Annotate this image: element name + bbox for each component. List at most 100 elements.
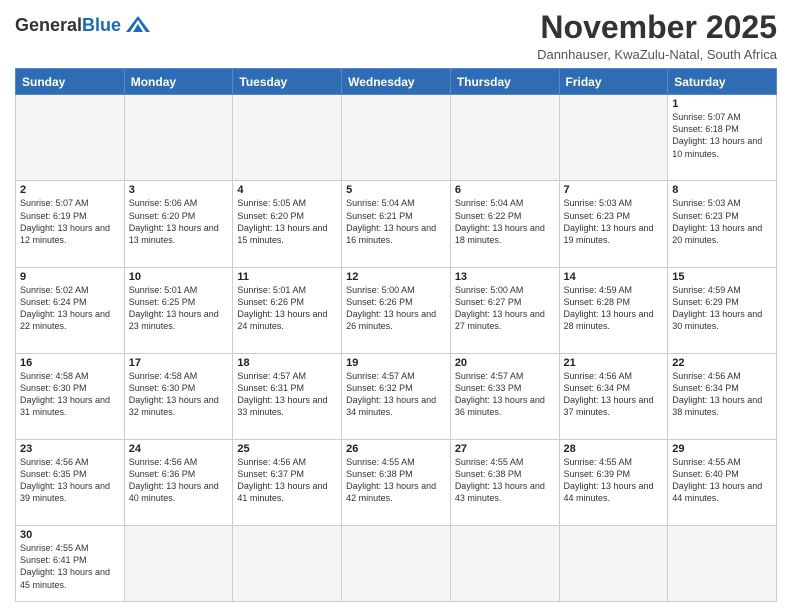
day-number: 2	[20, 184, 120, 196]
calendar-week-row: 2Sunrise: 5:07 AM Sunset: 6:19 PM Daylig…	[16, 181, 777, 267]
day-info: Sunrise: 4:57 AM Sunset: 6:33 PM Dayligh…	[455, 370, 555, 419]
day-info: Sunrise: 4:56 AM Sunset: 6:35 PM Dayligh…	[20, 456, 120, 505]
day-info: Sunrise: 5:04 AM Sunset: 6:22 PM Dayligh…	[455, 197, 555, 246]
table-row	[668, 526, 777, 602]
logo: General Blue	[15, 10, 152, 36]
table-row	[233, 526, 342, 602]
day-info: Sunrise: 5:03 AM Sunset: 6:23 PM Dayligh…	[672, 197, 772, 246]
table-row	[124, 526, 233, 602]
subtitle: Dannhauser, KwaZulu-Natal, South Africa	[537, 47, 777, 62]
day-number: 12	[346, 271, 446, 283]
page: General Blue November 2025 Dannhauser, K…	[0, 0, 792, 612]
day-number: 18	[237, 357, 337, 369]
day-number: 4	[237, 184, 337, 196]
logo-icon	[124, 14, 152, 36]
table-row	[233, 95, 342, 181]
table-row: 15Sunrise: 4:59 AM Sunset: 6:29 PM Dayli…	[668, 267, 777, 353]
calendar-week-row: 16Sunrise: 4:58 AM Sunset: 6:30 PM Dayli…	[16, 353, 777, 439]
table-row: 26Sunrise: 4:55 AM Sunset: 6:38 PM Dayli…	[342, 440, 451, 526]
table-row: 22Sunrise: 4:56 AM Sunset: 6:34 PM Dayli…	[668, 353, 777, 439]
table-row: 14Sunrise: 4:59 AM Sunset: 6:28 PM Dayli…	[559, 267, 668, 353]
day-info: Sunrise: 4:59 AM Sunset: 6:29 PM Dayligh…	[672, 284, 772, 333]
col-sunday: Sunday	[16, 69, 125, 95]
day-number: 8	[672, 184, 772, 196]
table-row: 7Sunrise: 5:03 AM Sunset: 6:23 PM Daylig…	[559, 181, 668, 267]
table-row	[124, 95, 233, 181]
table-row: 19Sunrise: 4:57 AM Sunset: 6:32 PM Dayli…	[342, 353, 451, 439]
day-number: 30	[20, 529, 120, 541]
day-info: Sunrise: 4:57 AM Sunset: 6:32 PM Dayligh…	[346, 370, 446, 419]
table-row: 5Sunrise: 5:04 AM Sunset: 6:21 PM Daylig…	[342, 181, 451, 267]
table-row: 21Sunrise: 4:56 AM Sunset: 6:34 PM Dayli…	[559, 353, 668, 439]
day-info: Sunrise: 4:55 AM Sunset: 6:38 PM Dayligh…	[346, 456, 446, 505]
day-number: 17	[129, 357, 229, 369]
day-number: 1	[672, 98, 772, 110]
table-row: 27Sunrise: 4:55 AM Sunset: 6:38 PM Dayli…	[450, 440, 559, 526]
day-number: 5	[346, 184, 446, 196]
day-info: Sunrise: 5:07 AM Sunset: 6:18 PM Dayligh…	[672, 111, 772, 160]
day-number: 29	[672, 443, 772, 455]
day-info: Sunrise: 5:07 AM Sunset: 6:19 PM Dayligh…	[20, 197, 120, 246]
col-monday: Monday	[124, 69, 233, 95]
day-number: 21	[564, 357, 664, 369]
header: General Blue November 2025 Dannhauser, K…	[15, 10, 777, 62]
day-info: Sunrise: 4:55 AM Sunset: 6:40 PM Dayligh…	[672, 456, 772, 505]
table-row: 6Sunrise: 5:04 AM Sunset: 6:22 PM Daylig…	[450, 181, 559, 267]
logo-blue-text: Blue	[82, 15, 121, 36]
table-row: 9Sunrise: 5:02 AM Sunset: 6:24 PM Daylig…	[16, 267, 125, 353]
day-info: Sunrise: 4:56 AM Sunset: 6:36 PM Dayligh…	[129, 456, 229, 505]
title-block: November 2025 Dannhauser, KwaZulu-Natal,…	[537, 10, 777, 62]
calendar-table: Sunday Monday Tuesday Wednesday Thursday…	[15, 68, 777, 602]
table-row	[559, 526, 668, 602]
day-number: 15	[672, 271, 772, 283]
table-row: 16Sunrise: 4:58 AM Sunset: 6:30 PM Dayli…	[16, 353, 125, 439]
day-info: Sunrise: 5:02 AM Sunset: 6:24 PM Dayligh…	[20, 284, 120, 333]
day-number: 14	[564, 271, 664, 283]
logo-general-text: General	[15, 15, 82, 36]
day-number: 20	[455, 357, 555, 369]
calendar-week-row: 30Sunrise: 4:55 AM Sunset: 6:41 PM Dayli…	[16, 526, 777, 602]
table-row	[342, 95, 451, 181]
month-title: November 2025	[537, 10, 777, 45]
table-row	[450, 95, 559, 181]
col-thursday: Thursday	[450, 69, 559, 95]
day-info: Sunrise: 5:01 AM Sunset: 6:25 PM Dayligh…	[129, 284, 229, 333]
table-row: 4Sunrise: 5:05 AM Sunset: 6:20 PM Daylig…	[233, 181, 342, 267]
table-row	[342, 526, 451, 602]
table-row: 20Sunrise: 4:57 AM Sunset: 6:33 PM Dayli…	[450, 353, 559, 439]
col-saturday: Saturday	[668, 69, 777, 95]
day-info: Sunrise: 4:56 AM Sunset: 6:34 PM Dayligh…	[564, 370, 664, 419]
table-row: 30Sunrise: 4:55 AM Sunset: 6:41 PM Dayli…	[16, 526, 125, 602]
table-row	[16, 95, 125, 181]
day-number: 27	[455, 443, 555, 455]
day-number: 9	[20, 271, 120, 283]
day-info: Sunrise: 5:04 AM Sunset: 6:21 PM Dayligh…	[346, 197, 446, 246]
day-number: 22	[672, 357, 772, 369]
col-wednesday: Wednesday	[342, 69, 451, 95]
table-row: 1Sunrise: 5:07 AM Sunset: 6:18 PM Daylig…	[668, 95, 777, 181]
table-row: 28Sunrise: 4:55 AM Sunset: 6:39 PM Dayli…	[559, 440, 668, 526]
day-info: Sunrise: 5:00 AM Sunset: 6:26 PM Dayligh…	[346, 284, 446, 333]
table-row: 17Sunrise: 4:58 AM Sunset: 6:30 PM Dayli…	[124, 353, 233, 439]
table-row: 12Sunrise: 5:00 AM Sunset: 6:26 PM Dayli…	[342, 267, 451, 353]
day-info: Sunrise: 4:55 AM Sunset: 6:38 PM Dayligh…	[455, 456, 555, 505]
day-info: Sunrise: 4:56 AM Sunset: 6:34 PM Dayligh…	[672, 370, 772, 419]
col-tuesday: Tuesday	[233, 69, 342, 95]
table-row: 29Sunrise: 4:55 AM Sunset: 6:40 PM Dayli…	[668, 440, 777, 526]
day-info: Sunrise: 4:55 AM Sunset: 6:39 PM Dayligh…	[564, 456, 664, 505]
table-row: 2Sunrise: 5:07 AM Sunset: 6:19 PM Daylig…	[16, 181, 125, 267]
day-info: Sunrise: 5:00 AM Sunset: 6:27 PM Dayligh…	[455, 284, 555, 333]
day-number: 11	[237, 271, 337, 283]
day-number: 23	[20, 443, 120, 455]
calendar-week-row: 9Sunrise: 5:02 AM Sunset: 6:24 PM Daylig…	[16, 267, 777, 353]
day-number: 10	[129, 271, 229, 283]
day-info: Sunrise: 5:01 AM Sunset: 6:26 PM Dayligh…	[237, 284, 337, 333]
day-number: 25	[237, 443, 337, 455]
day-info: Sunrise: 5:03 AM Sunset: 6:23 PM Dayligh…	[564, 197, 664, 246]
table-row: 24Sunrise: 4:56 AM Sunset: 6:36 PM Dayli…	[124, 440, 233, 526]
calendar-week-row: 23Sunrise: 4:56 AM Sunset: 6:35 PM Dayli…	[16, 440, 777, 526]
table-row: 18Sunrise: 4:57 AM Sunset: 6:31 PM Dayli…	[233, 353, 342, 439]
table-row: 23Sunrise: 4:56 AM Sunset: 6:35 PM Dayli…	[16, 440, 125, 526]
day-number: 26	[346, 443, 446, 455]
table-row	[450, 526, 559, 602]
